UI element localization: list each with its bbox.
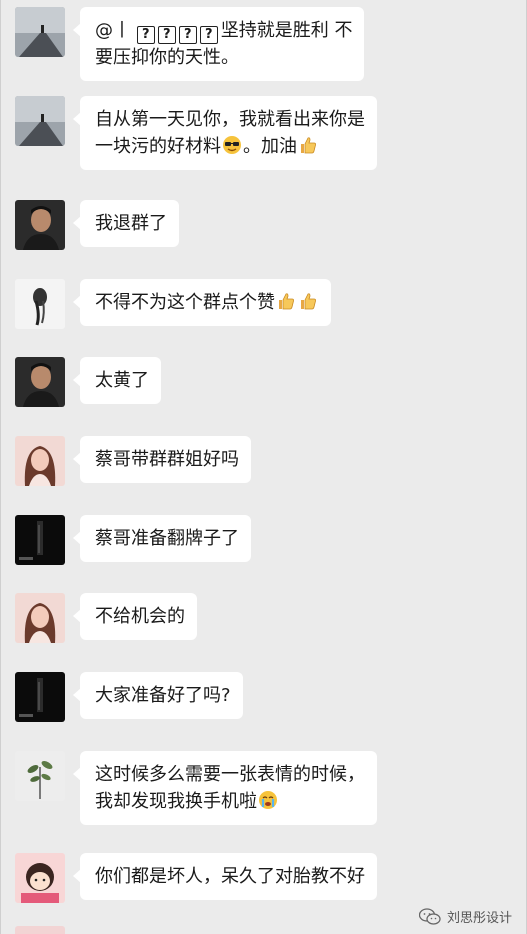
message-row: 你们都是坏人，呆久了对胎教不好 <box>15 853 526 903</box>
message-row: 这时候多么需要一张表情的时候， 我却发现我换手机啦 <box>15 751 526 825</box>
message-bubble: 这时候多么需要一张表情的时候， 我却发现我换手机啦 <box>73 751 377 825</box>
watermark: 刘思彤设计 <box>418 907 512 926</box>
message-row: 我退群了 <box>15 200 526 250</box>
message-bubble: 你们都是坏人，呆久了对胎教不好 <box>73 853 377 900</box>
unknown-glyph-icon: ? <box>157 26 176 44</box>
avatar-partial <box>15 926 65 934</box>
message-bubble: 自从第一天见你，我就看出来你是 一块污的好材料 。加油 <box>73 96 377 170</box>
cool-sunglasses-emoji-icon <box>223 136 241 154</box>
watermark-text: 刘思彤设计 <box>446 911 512 926</box>
message-row: 太黄了 <box>15 357 526 407</box>
message-text: 自从第一天见你，我就看出来你是 <box>95 109 365 130</box>
message-text: 我退群了 <box>95 213 167 234</box>
message-bubble: 大家准备好了吗? <box>73 672 243 719</box>
message-text: 一块污的好材料 <box>95 136 221 157</box>
message-bubble: 不给机会的 <box>73 593 197 640</box>
avatar-pier[interactable] <box>15 96 65 146</box>
unknown-glyph-icon: ? <box>136 26 155 44</box>
avatar-girl-sketch[interactable] <box>15 279 65 329</box>
message-text: 这时候多么需要一张表情的时候， <box>95 764 365 785</box>
avatar-dark-figure[interactable] <box>15 672 65 722</box>
message-row: 自从第一天见你，我就看出来你是 一块污的好材料 。加油 <box>15 96 526 170</box>
mention-text: @丨 <box>95 20 131 41</box>
message-row: 不得不为这个群点个赞 <box>15 279 526 329</box>
chat-window: @丨 ???? 坚持就是胜利 不 要压抑你的天性。 自从第一天见你，我就看出来你是… <box>0 0 527 934</box>
message-text: 坚持就是胜利 不 <box>220 20 353 41</box>
avatar-pier[interactable] <box>15 7 65 57</box>
wechat-logo-icon <box>418 907 441 925</box>
message-text: 不给机会的 <box>95 606 185 627</box>
message-text: 我却发现我换手机啦 <box>95 791 257 812</box>
message-text: 不得不为这个群点个赞 <box>95 292 275 313</box>
avatar-woman[interactable] <box>15 593 65 643</box>
thumbs-up-icon <box>301 293 316 310</box>
message-bubble: 不得不为这个群点个赞 <box>73 279 331 326</box>
unknown-glyph-icon: ? <box>178 26 197 44</box>
message-row: 不给机会的 <box>15 593 526 643</box>
avatar-cartoon-girl[interactable] <box>15 853 65 903</box>
message-row: 蔡哥准备翻牌子了 <box>15 515 526 565</box>
message-bubble: 蔡哥准备翻牌子了 <box>73 515 251 562</box>
message-bubble: 我退群了 <box>73 200 179 247</box>
unknown-glyph-icon: ? <box>199 26 218 44</box>
message-text: 太黄了 <box>95 370 149 391</box>
avatar-dark-figure[interactable] <box>15 515 65 565</box>
message-row: 大家准备好了吗? <box>15 672 526 722</box>
message-bubble: 蔡哥带群群姐好吗 <box>73 436 251 483</box>
avatar-man[interactable] <box>15 200 65 250</box>
message-text: 蔡哥带群群姐好吗 <box>95 449 239 470</box>
message-row: 蔡哥带群群姐好吗 <box>15 436 526 486</box>
crying-emoji-icon <box>259 791 277 809</box>
avatar-man[interactable] <box>15 357 65 407</box>
avatar-woman[interactable] <box>15 436 65 486</box>
message-bubble: @丨 ???? 坚持就是胜利 不 要压抑你的天性。 <box>72 7 365 81</box>
message-text: 大家准备好了吗? <box>95 685 231 706</box>
avatar-plant[interactable] <box>15 751 65 801</box>
message-text: 蔡哥准备翻牌子了 <box>95 528 239 549</box>
message-text: 要压抑你的天性。 <box>95 47 239 68</box>
thumbs-up-icon <box>279 293 294 310</box>
message-text: 你们都是坏人，呆久了对胎教不好 <box>95 866 365 887</box>
message-text: 。加油 <box>243 136 297 157</box>
message-bubble: 太黄了 <box>73 357 161 404</box>
message-row: @丨 ???? 坚持就是胜利 不 要压抑你的天性。 <box>15 7 526 81</box>
thumbs-up-icon <box>301 137 316 154</box>
